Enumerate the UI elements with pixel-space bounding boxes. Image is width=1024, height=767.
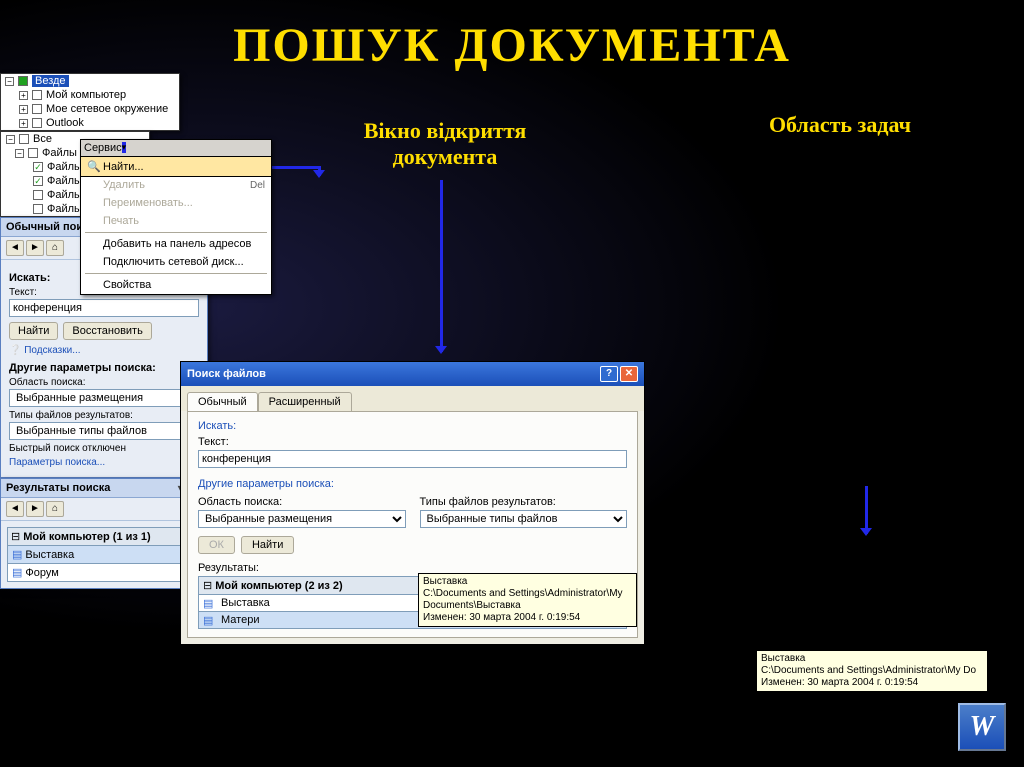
- word-doc-icon: ▤: [12, 548, 22, 561]
- separator: [85, 232, 267, 233]
- arrow-to-dialog: [440, 180, 443, 352]
- tree-node[interactable]: +Outlook: [1, 116, 179, 130]
- word-doc-icon: ▤: [12, 566, 22, 579]
- label-scope: Область поиска:: [198, 496, 406, 508]
- results-pane: Результаты поиска ▾ ✕ ◄ ► ⌂ ⊟Мой компьют…: [0, 478, 206, 589]
- scope-select[interactable]: Выбранные размещения: [9, 389, 199, 407]
- caption-open-window: Вікно відкриття документа: [315, 118, 575, 170]
- note-fastsearch: Быстрый поиск отключен: [9, 443, 199, 454]
- tree-node[interactable]: +Мое сетевое окружение: [1, 102, 179, 116]
- dialog-title: Поиск файлов: [187, 368, 598, 380]
- results-header: ⊟Мой компьютер (1 из 1): [7, 527, 199, 546]
- menu-item-delete: УдалитьDel: [81, 176, 271, 194]
- label-scope: Область поиска:: [9, 377, 199, 388]
- tooltip: Выставка C:\Documents and Settings\Admin…: [418, 573, 637, 627]
- search-dialog: Поиск файлов ? ✕ Обычный Расширенный Иск…: [180, 361, 645, 645]
- help-button[interactable]: ?: [600, 366, 618, 382]
- menu-item-map-drive[interactable]: Подключить сетевой диск...: [81, 253, 271, 271]
- caption-task-area: Область задач: [700, 112, 980, 138]
- arrow-from-menu: [270, 166, 320, 169]
- restore-button[interactable]: Восстановить: [63, 322, 151, 340]
- section-other: Другие параметры поиска:: [9, 362, 199, 374]
- arrow-to-results: [865, 486, 868, 534]
- scope-select[interactable]: Выбранные размещения: [198, 510, 406, 528]
- menu-item-rename: Переименовать...: [81, 194, 271, 212]
- nav-home-icon[interactable]: ⌂: [46, 240, 64, 256]
- cancel-button[interactable]: ОК: [198, 536, 235, 554]
- nav-back-icon[interactable]: ◄: [6, 240, 24, 256]
- search-text-input[interactable]: [9, 299, 199, 317]
- menu-item-properties[interactable]: Свойства: [81, 276, 271, 294]
- tree-node-root[interactable]: −Везде: [1, 74, 179, 88]
- nav-home-icon[interactable]: ⌂: [46, 501, 64, 517]
- separator: [85, 273, 267, 274]
- tooltip: Выставка C:\Documents and Settings\Admin…: [756, 650, 988, 692]
- menu-item-print: Печать: [81, 212, 271, 230]
- close-button[interactable]: ✕: [620, 366, 638, 382]
- result-row[interactable]: ▤Выставка▾: [7, 546, 199, 564]
- scope-tree-popup: −Везде +Мой компьютер +Мое сетевое окруж…: [0, 73, 180, 131]
- tree-node[interactable]: +Мой компьютер: [1, 88, 179, 102]
- section-other: Другие параметры поиска:: [198, 478, 627, 490]
- find-button[interactable]: Найти: [241, 536, 294, 554]
- tab-advanced[interactable]: Расширенный: [258, 392, 352, 411]
- hints-link[interactable]: ❔ Подсказки...: [9, 345, 199, 356]
- results-title: Результаты поиска: [6, 482, 175, 494]
- slide-title: ПОШУК ДОКУМЕНТА: [0, 0, 1024, 73]
- word-doc-icon: ▤: [203, 614, 217, 626]
- nav-fwd-icon[interactable]: ►: [26, 240, 44, 256]
- label-types: Типы файлов результатов:: [420, 496, 628, 508]
- ms-word-icon: W: [958, 703, 1006, 751]
- search-icon: 🔍: [87, 160, 103, 173]
- label-text: Текст:: [198, 436, 627, 448]
- context-menu-header[interactable]: Сервис ▾: [81, 140, 271, 157]
- label-types: Типы файлов результатов:: [9, 410, 199, 421]
- arrow-from-menu2: [318, 166, 321, 176]
- search-text-input[interactable]: [198, 450, 627, 468]
- menu-item-add-address[interactable]: Добавить на панель адресов: [81, 235, 271, 253]
- tab-basic[interactable]: Обычный: [187, 392, 258, 411]
- section-search: Искать:: [198, 420, 627, 432]
- search-options-link[interactable]: Параметры поиска...: [9, 457, 199, 468]
- menu-item-find[interactable]: 🔍Найти...: [80, 156, 272, 177]
- context-menu: Сервис ▾ 🔍Найти... УдалитьDel Переименов…: [80, 139, 272, 295]
- dialog-titlebar[interactable]: Поиск файлов ? ✕: [181, 362, 644, 386]
- nav-back-icon[interactable]: ◄: [6, 501, 24, 517]
- nav-fwd-icon[interactable]: ►: [26, 501, 44, 517]
- word-doc-icon: ▤: [203, 597, 217, 609]
- cursor-icon: ↖: [848, 620, 861, 640]
- find-button[interactable]: Найти: [9, 322, 58, 340]
- results-titlebar[interactable]: Результаты поиска ▾ ✕: [1, 479, 205, 498]
- result-row[interactable]: ▤Форум: [7, 564, 199, 582]
- types-select[interactable]: Выбранные типы файлов: [420, 510, 628, 528]
- types-select[interactable]: Выбранные типы файлов: [9, 422, 199, 440]
